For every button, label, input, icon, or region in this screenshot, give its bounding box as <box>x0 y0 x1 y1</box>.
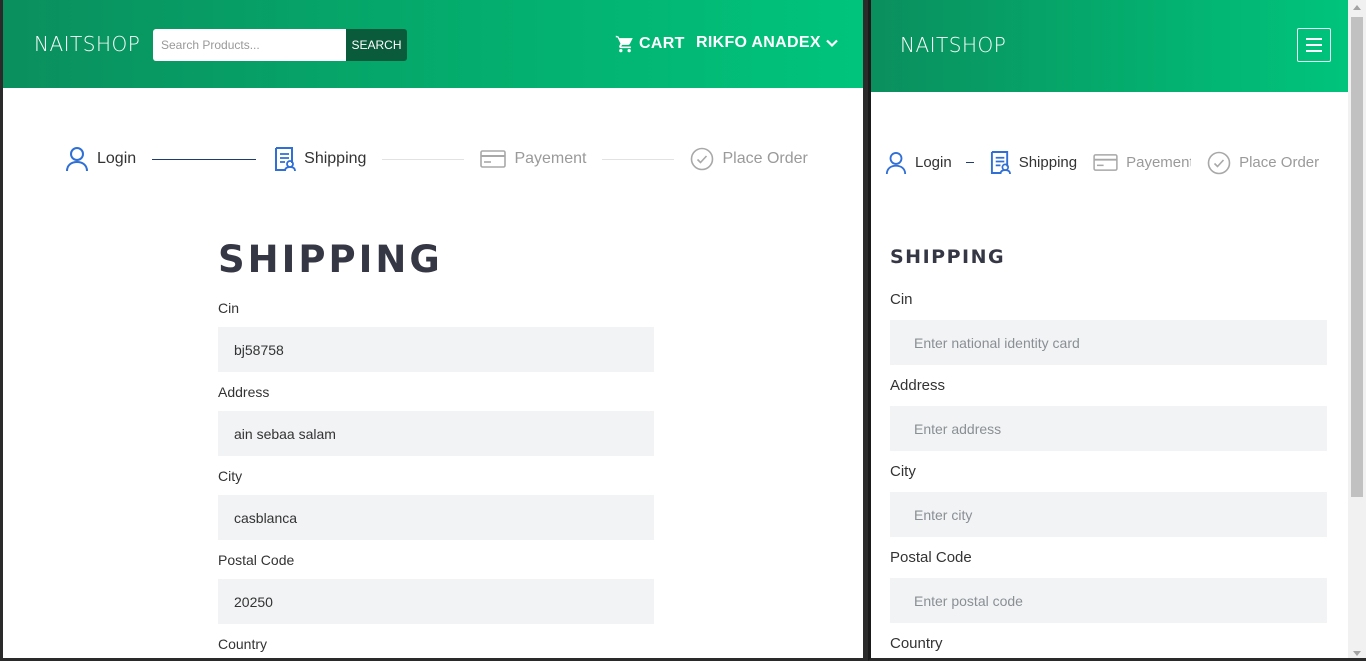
cart-link[interactable]: CART <box>615 34 685 54</box>
step-payment-label: Payement <box>1126 154 1192 171</box>
step-place-order-label: Place Order <box>722 150 808 167</box>
address-field[interactable] <box>218 411 654 456</box>
navbar: NAITSHOP <box>871 0 1348 92</box>
postal-code-label: Postal Code <box>218 552 295 568</box>
scroll-down-icon[interactable] <box>1353 651 1361 656</box>
step-login-label: Login <box>915 154 952 171</box>
step-payment: Payement <box>480 149 586 169</box>
search-button[interactable]: SEARCH <box>346 29 407 61</box>
step-place-order: Place Order <box>690 147 808 171</box>
cin-field[interactable] <box>890 320 1327 365</box>
shipping-form: Cin Address City Postal Code Country <box>890 291 1327 652</box>
step-login[interactable]: Login <box>65 146 136 172</box>
country-label: Country <box>890 635 943 652</box>
step-shipping[interactable]: Shipping <box>990 150 1077 175</box>
document-icon <box>274 146 297 172</box>
user-menu[interactable]: RIKFO ANADEX <box>696 34 839 52</box>
menu-toggle-button[interactable] <box>1297 28 1331 62</box>
credit-card-icon <box>1093 153 1118 172</box>
step-connector <box>602 158 675 160</box>
brand-logo[interactable]: NAITSHOP <box>34 32 140 56</box>
cin-label: Cin <box>890 291 913 308</box>
cart-label: CART <box>639 35 685 52</box>
city-field[interactable] <box>890 492 1327 537</box>
postal-code-field[interactable] <box>890 578 1327 623</box>
desktop-window: NAITSHOP SEARCH CART RIKFO ANADEX Login <box>0 0 866 661</box>
step-connector <box>382 158 465 160</box>
cin-field[interactable] <box>218 327 654 372</box>
step-login-label: Login <box>97 150 137 167</box>
step-place-order-label: Place Order <box>1239 154 1320 171</box>
page-title: SHIPPING <box>890 246 1006 268</box>
city-field[interactable] <box>218 495 654 540</box>
vertical-scrollbar[interactable] <box>1348 0 1366 658</box>
address-label: Address <box>890 377 946 394</box>
scrollbar-thumb[interactable] <box>1351 17 1363 497</box>
credit-card-icon <box>480 149 507 169</box>
step-place-order: Place Order <box>1207 151 1319 175</box>
search-input[interactable] <box>153 29 346 61</box>
step-shipping[interactable]: Shipping <box>274 146 366 172</box>
shipping-form: Cin Address City Postal Code Country <box>218 300 654 652</box>
cart-icon <box>615 34 635 54</box>
checkout-steps: Login Shipping Payement Place Order <box>65 146 808 172</box>
checkout-steps: Login Shipping Payement Place Order <box>885 150 1319 175</box>
check-circle-icon <box>1207 151 1231 175</box>
postal-code-label: Postal Code <box>890 549 972 566</box>
address-label: Address <box>218 384 270 400</box>
cin-label: Cin <box>218 300 240 316</box>
step-connector <box>152 158 257 160</box>
scroll-up-icon[interactable] <box>1353 5 1361 10</box>
step-payment: Payement <box>1093 153 1191 172</box>
step-shipping-label: Shipping <box>1018 154 1078 171</box>
step-login[interactable]: Login <box>885 151 952 175</box>
step-shipping-label: Shipping <box>304 150 367 167</box>
user-name: RIKFO ANADEX <box>696 34 821 51</box>
city-label: City <box>890 463 916 480</box>
step-payment-label: Payement <box>514 150 587 167</box>
city-label: City <box>218 468 243 484</box>
check-circle-icon <box>690 147 714 171</box>
mobile-window: NAITSHOP Login Shipping Payement Place O… <box>868 0 1366 661</box>
menu-icon <box>1306 38 1322 40</box>
brand-logo[interactable]: NAITSHOP <box>900 33 1006 57</box>
postal-code-field[interactable] <box>218 579 654 624</box>
country-label: Country <box>218 636 268 652</box>
chevron-down-icon <box>825 36 839 50</box>
navbar: NAITSHOP SEARCH CART RIKFO ANADEX <box>3 0 863 88</box>
page-title: SHIPPING <box>218 238 443 281</box>
address-field[interactable] <box>890 406 1327 451</box>
document-icon <box>990 150 1011 175</box>
step-connector <box>965 162 974 163</box>
user-icon <box>65 146 89 172</box>
user-icon <box>885 151 907 175</box>
search-form: SEARCH <box>153 29 407 61</box>
